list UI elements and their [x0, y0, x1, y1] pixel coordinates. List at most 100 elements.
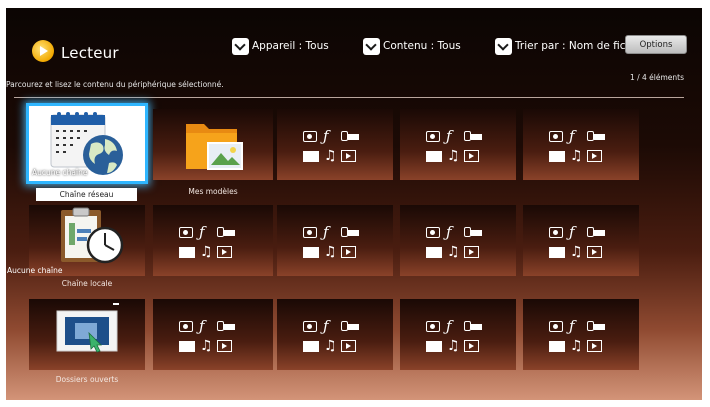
flash-icon: ƒ	[569, 317, 575, 335]
flash-icon: ƒ	[323, 127, 329, 145]
photo-icon	[426, 227, 440, 238]
photo-icon	[303, 227, 317, 238]
empty-slot: ƒ ♫	[277, 299, 393, 370]
video-icon	[341, 150, 356, 162]
network-icon	[587, 321, 605, 332]
music-icon: ♫	[324, 338, 337, 354]
flash-icon: ƒ	[569, 127, 575, 145]
video-icon	[464, 150, 479, 162]
chevron-down-icon	[232, 37, 249, 55]
music-icon: ♫	[570, 244, 583, 260]
photo-icon	[426, 131, 440, 142]
photo-icon	[303, 131, 317, 142]
music-icon: ♫	[324, 148, 337, 164]
chevron-down-icon	[495, 37, 512, 55]
music-icon: ♫	[447, 338, 460, 354]
photo-icon	[179, 321, 193, 332]
network-icon	[217, 321, 235, 332]
device-filter-label: Appareil : Tous	[252, 40, 329, 52]
music-icon: ♫	[324, 244, 337, 260]
flash-icon: ƒ	[199, 223, 205, 241]
network-icon	[464, 131, 482, 142]
empty-slot: ƒ ♫	[153, 299, 273, 370]
document-icon	[179, 340, 195, 352]
tile-status: Aucune chaîne	[32, 168, 88, 177]
network-icon	[341, 321, 359, 332]
network-icon	[341, 227, 359, 238]
video-icon	[217, 340, 232, 352]
empty-slot: ƒ ♫	[153, 205, 273, 276]
network-icon	[341, 131, 359, 142]
document-icon	[303, 150, 319, 162]
network-icon	[464, 321, 482, 332]
video-icon	[464, 246, 479, 258]
content-filter-dropdown[interactable]: Contenu : Tous	[363, 37, 461, 55]
music-icon: ♫	[447, 244, 460, 260]
empty-slot: ƒ ♫	[400, 205, 516, 276]
empty-slot: ƒ ♫	[523, 109, 639, 180]
network-icon	[464, 227, 482, 238]
sort-dropdown[interactable]: Trier par : Nom de fichier	[495, 37, 646, 55]
empty-slot: ƒ ♫	[400, 299, 516, 370]
music-icon: ♫	[200, 338, 213, 354]
divider	[14, 97, 684, 98]
flash-icon: ƒ	[446, 223, 452, 241]
app-title: Lecteur	[61, 44, 119, 62]
document-icon	[426, 340, 442, 352]
network-icon	[587, 227, 605, 238]
item-count: 1 / 4 éléments	[629, 73, 684, 82]
tile-status: Aucune chaîne	[7, 266, 63, 275]
music-icon: ♫	[570, 338, 583, 354]
video-icon	[341, 340, 356, 352]
flash-icon: ƒ	[446, 317, 452, 335]
document-icon	[426, 150, 442, 162]
tile-label: Chaîne locale	[61, 279, 113, 288]
empty-slot: ƒ ♫	[400, 109, 516, 180]
photo-icon	[303, 321, 317, 332]
flash-icon: ƒ	[323, 317, 329, 335]
empty-slot: ƒ ♫	[277, 109, 393, 180]
flash-icon: ƒ	[199, 317, 205, 335]
content-filter-label: Contenu : Tous	[383, 40, 461, 52]
options-button[interactable]: Options	[625, 35, 687, 54]
tile-local-channel[interactable]: Aucune chaîne	[7, 205, 145, 276]
photo-icon	[549, 227, 563, 238]
chevron-down-icon	[363, 37, 380, 55]
device-filter-dropdown[interactable]: Appareil : Tous	[232, 37, 329, 55]
flash-icon: ƒ	[323, 223, 329, 241]
photo-icon	[426, 321, 440, 332]
tile-open-folders[interactable]	[29, 299, 145, 370]
player-logo-icon	[32, 40, 54, 62]
document-icon	[303, 246, 319, 258]
tile-label: Mes modèles	[188, 187, 238, 196]
document-icon	[549, 150, 565, 162]
photo-icon	[179, 227, 193, 238]
empty-slot: ƒ ♫	[277, 205, 393, 276]
document-icon	[426, 246, 442, 258]
player-screen: Lecteur Appareil : Tous Contenu : Tous T…	[6, 8, 702, 400]
photo-icon	[549, 321, 563, 332]
network-icon	[217, 227, 235, 238]
video-icon	[587, 340, 602, 352]
flash-icon: ƒ	[569, 223, 575, 241]
page-subtitle: Parcourez et lisez le contenu du périphé…	[6, 80, 224, 89]
music-icon: ♫	[447, 148, 460, 164]
photo-icon	[549, 131, 563, 142]
empty-slot: ƒ ♫	[523, 299, 639, 370]
video-icon	[217, 246, 232, 258]
network-icon	[587, 131, 605, 142]
music-icon: ♫	[200, 244, 213, 260]
video-icon	[464, 340, 479, 352]
music-icon: ♫	[570, 148, 583, 164]
document-icon	[303, 340, 319, 352]
video-icon	[341, 246, 356, 258]
tile-label: Chaîne réseau	[36, 188, 137, 201]
document-icon	[549, 340, 565, 352]
video-icon	[587, 150, 602, 162]
document-icon	[179, 246, 195, 258]
tile-my-templates[interactable]	[153, 109, 273, 180]
empty-slot: ƒ ♫	[523, 205, 639, 276]
video-icon	[587, 246, 602, 258]
open-folder-screen-icon	[56, 303, 119, 353]
tile-network-channel[interactable]: Aucune chaîne	[26, 103, 148, 184]
